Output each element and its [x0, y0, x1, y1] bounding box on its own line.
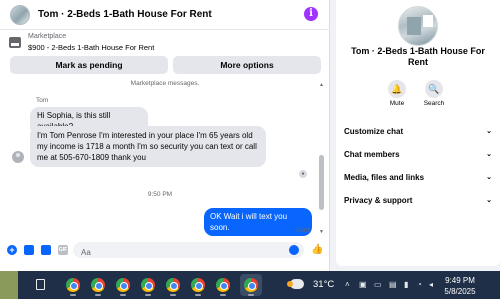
details-title: Tom · 2-Beds 1-Bath House For Rent: [351, 46, 485, 67]
chrome-taskbar-button[interactable]: [212, 274, 234, 296]
weather-icon[interactable]: [287, 279, 304, 289]
photo-icon[interactable]: [24, 245, 34, 255]
listing-summary: $900 - 2-Beds 1-Bath House For Rent: [28, 43, 155, 52]
chrome-taskbar-button[interactable]: [187, 274, 209, 296]
time-separator: 9:50 PM: [147, 191, 173, 198]
search-button[interactable]: 🔍 Search: [421, 80, 447, 107]
mute-button[interactable]: 🔔 Mute: [384, 80, 410, 107]
running-indicator: [120, 294, 126, 296]
clock-date: 5/8/2025: [444, 287, 476, 296]
chrome-icon: [244, 278, 258, 292]
chrome-taskbar-button[interactable]: [137, 274, 159, 296]
app-tray-icon[interactable]: ▣: [359, 280, 367, 289]
clock-time: 9:49 PM: [445, 276, 475, 285]
search-icon: 🔍: [425, 80, 443, 98]
desktop-preview[interactable]: [0, 271, 18, 299]
seen-indicator-icon: ●: [299, 170, 307, 178]
chrome-icon: [66, 278, 80, 292]
more-options-button[interactable]: More options: [173, 56, 321, 74]
composer: + GIF 👍: [0, 240, 330, 262]
chevron-up-icon[interactable]: ˄: [345, 280, 350, 289]
chrome-taskbar-button[interactable]: [62, 274, 84, 296]
running-indicator: [170, 294, 176, 296]
running-indicator: [145, 294, 151, 296]
battery-icon[interactable]: ▮: [404, 280, 408, 289]
wifi-icon[interactable]: ◔: [417, 280, 422, 289]
section-label: Chat members: [344, 150, 400, 159]
search-label: Search: [423, 100, 445, 107]
chrome-taskbar-button[interactable]: [87, 274, 109, 296]
media-files-links-section[interactable]: Media, files and links ⌄: [344, 173, 492, 182]
incoming-message[interactable]: I'm Tom Penrose I'm interested in your p…: [30, 126, 266, 167]
sender-name: Tom: [36, 97, 49, 104]
sender-avatar[interactable]: [12, 151, 24, 163]
scroll-down-icon[interactable]: ▼: [319, 229, 324, 235]
messenger-app: Tom · 2-Beds 1-Bath House For Rent i Mar…: [0, 0, 500, 271]
display-icon[interactable]: ▤: [389, 280, 397, 289]
scroll-up-icon[interactable]: ▲: [319, 82, 324, 88]
customize-chat-section[interactable]: Customize chat ⌄: [344, 127, 492, 136]
section-label: Media, files and links: [344, 173, 425, 182]
sent-status: Sent: [296, 227, 310, 234]
temperature[interactable]: 31°C: [313, 279, 334, 290]
chrome-icon: [91, 278, 105, 292]
chevron-down-icon: ⌄: [486, 174, 492, 181]
chevron-down-icon: ⌄: [486, 197, 492, 204]
sticker-icon[interactable]: [41, 245, 51, 255]
like-icon[interactable]: 👍: [311, 245, 323, 255]
system-message: Marketplace messages.: [130, 80, 200, 87]
marketplace-label: Marketplace: [28, 33, 67, 40]
chrome-taskbar-button[interactable]: [162, 274, 184, 296]
chat-title[interactable]: Tom · 2-Beds 1-Bath House For Rent: [38, 9, 212, 20]
taskbar: 31°C ˄ ▣ ▭ ▤ ▮ ◔ ◂ 9:49 PM 5/8/2025: [0, 271, 500, 299]
running-indicator: [95, 294, 101, 296]
emoji-icon[interactable]: [289, 245, 299, 255]
chrome-icon: [141, 278, 155, 292]
privacy-support-section[interactable]: Privacy & support ⌄: [344, 196, 492, 205]
running-indicator: [248, 294, 254, 296]
running-indicator: [220, 294, 226, 296]
marketplace-bar[interactable]: Marketplace $900 - 2-Beds 1-Bath House F…: [0, 31, 330, 55]
chat-avatar[interactable]: [10, 4, 30, 25]
chevron-down-icon: ⌄: [486, 151, 492, 158]
task-view-icon[interactable]: [36, 279, 45, 290]
chat-panel: Tom · 2-Beds 1-Bath House For Rent i Mar…: [0, 0, 330, 271]
chrome-icon: [166, 278, 180, 292]
section-label: Privacy & support: [344, 196, 413, 205]
chat-members-section[interactable]: Chat members ⌄: [344, 150, 492, 159]
details-panel: Tom · 2-Beds 1-Bath House For Rent 🔔 Mut…: [336, 0, 500, 266]
volume-icon[interactable]: ◂: [429, 280, 433, 289]
mute-label: Mute: [389, 100, 405, 107]
message-input[interactable]: [73, 244, 263, 261]
plus-icon[interactable]: +: [7, 245, 17, 255]
running-indicator: [70, 294, 76, 296]
section-label: Customize chat: [344, 127, 404, 136]
chrome-taskbar-button[interactable]: [112, 274, 134, 296]
message-input-wrap: [73, 242, 304, 261]
chrome-taskbar-button-active[interactable]: [240, 274, 262, 296]
chevron-down-icon: ⌄: [486, 128, 492, 135]
clock[interactable]: 9:49 PM 5/8/2025: [440, 275, 480, 297]
mark-as-pending-button[interactable]: Mark as pending: [10, 56, 168, 74]
chrome-icon: [216, 278, 230, 292]
scrollbar-thumb[interactable]: [319, 155, 324, 210]
chrome-icon: [116, 278, 130, 292]
chat-header: Tom · 2-Beds 1-Bath House For Rent i: [0, 0, 330, 30]
meet-icon[interactable]: ▭: [374, 280, 382, 289]
running-indicator: [195, 294, 201, 296]
info-icon[interactable]: i: [304, 7, 318, 21]
marketplace-icon: [9, 37, 21, 48]
listing-thumbnail[interactable]: [398, 6, 438, 46]
chrome-icon: [191, 278, 205, 292]
bell-icon: 🔔: [388, 80, 406, 98]
gif-icon[interactable]: GIF: [58, 245, 68, 255]
